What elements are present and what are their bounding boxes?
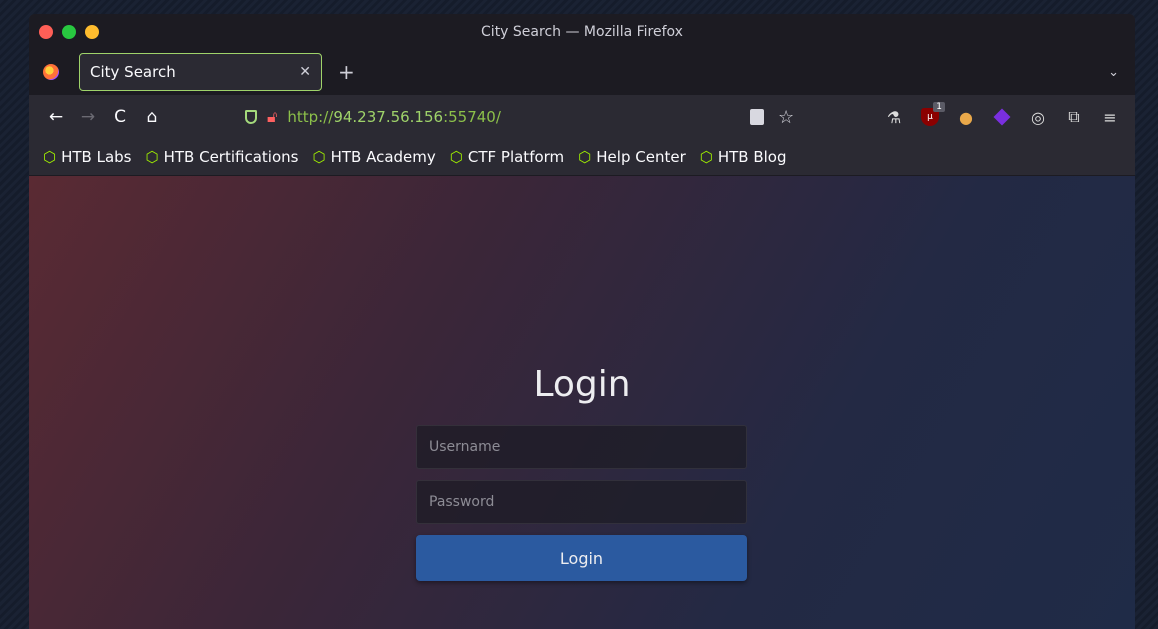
new-tab-button[interactable]: + (338, 60, 355, 84)
bookmark-label: HTB Blog (717, 148, 787, 166)
minimize-window-button[interactable] (85, 25, 99, 39)
back-icon[interactable]: ← (41, 107, 71, 127)
bookmark-htb-academy[interactable]: ⬡ HTB Academy (312, 148, 435, 166)
cube-icon: ⬡ (43, 148, 57, 166)
cube-icon: ⬡ (312, 148, 326, 166)
cube-icon: ⬡ (145, 148, 159, 166)
tab-title: City Search (90, 63, 176, 81)
login-heading: Login (533, 364, 631, 405)
cube-icon: ⬡ (449, 148, 463, 166)
cube-icon: ⬡ (578, 148, 592, 166)
navigation-bar: ← → C ⌂ 🔓︎ http://94.237.56.156:55740/ ☆… (29, 95, 1135, 139)
tracking-protection-icon[interactable] (245, 110, 257, 124)
bookmark-label: HTB Labs (61, 148, 132, 166)
password-input[interactable] (416, 480, 747, 524)
title-bar: City Search — Mozilla Firefox (29, 14, 1135, 49)
bookmark-htb-labs[interactable]: ⬡ HTB Labs (43, 148, 132, 166)
menu-icon[interactable]: ≡ (1101, 108, 1119, 127)
firefox-icon[interactable] (43, 64, 59, 80)
extensions-toolbar: ⚗ μ1 ● ◎ ⧉ ≡ (885, 102, 1119, 127)
bookmark-label: CTF Platform (467, 148, 565, 166)
bookmark-help-center[interactable]: ⬡ Help Center (578, 148, 686, 166)
bookmark-label: HTB Academy (330, 148, 436, 166)
ublock-origin-icon[interactable]: μ1 (921, 102, 945, 126)
close-tab-icon[interactable]: ✕ (299, 64, 311, 80)
extension-purple-icon[interactable] (993, 108, 1011, 126)
list-all-tabs-icon[interactable]: ⌄ (1108, 65, 1119, 80)
insecure-lock-icon[interactable]: 🔓︎ (267, 107, 277, 127)
cookie-icon[interactable]: ◎ (1029, 108, 1047, 127)
tab-bar: City Search ✕ + ⌄ (29, 49, 1135, 95)
bookmark-label: HTB Certifications (163, 148, 299, 166)
cube-icon: ⬡ (699, 148, 713, 166)
extension-burger-icon[interactable]: ● (957, 108, 975, 127)
username-input[interactable] (416, 425, 747, 469)
home-icon[interactable]: ⌂ (137, 107, 167, 127)
url-actions: ☆ (750, 107, 794, 128)
ublock-badge: 1 (933, 102, 945, 112)
maximize-window-button[interactable] (62, 25, 76, 39)
bookmark-htb-certifications[interactable]: ⬡ HTB Certifications (146, 148, 299, 166)
bookmark-ctf-platform[interactable]: ⬡ CTF Platform (450, 148, 564, 166)
reload-icon[interactable]: C (105, 107, 135, 127)
bookmark-star-icon[interactable]: ☆ (778, 107, 794, 128)
extensions-puzzle-icon[interactable]: ⧉ (1065, 107, 1083, 126)
bookmark-label: Help Center (596, 148, 686, 166)
page-content: Login Login (29, 176, 1135, 629)
browser-window: City Search — Mozilla Firefox City Searc… (29, 14, 1135, 629)
reader-view-icon[interactable] (750, 109, 764, 125)
url-text[interactable]: http://94.237.56.156:55740/ (287, 108, 501, 126)
close-window-button[interactable] (39, 25, 53, 39)
extension-shoe-icon[interactable]: ⚗ (885, 108, 903, 127)
url-bar[interactable]: 🔓︎ http://94.237.56.156:55740/ (245, 107, 501, 127)
window-title: City Search — Mozilla Firefox (481, 23, 683, 40)
bookmarks-bar: ⬡ HTB Labs ⬡ HTB Certifications ⬡ HTB Acade… (29, 139, 1135, 176)
url-port: :55740/ (443, 108, 501, 126)
login-button[interactable]: Login (416, 535, 747, 581)
forward-icon[interactable]: → (73, 107, 103, 127)
url-host: 94.237.56.156 (333, 108, 444, 126)
tab-city-search[interactable]: City Search ✕ (79, 53, 322, 91)
bookmark-htb-blog[interactable]: ⬡ HTB Blog (700, 148, 787, 166)
url-scheme: http:// (287, 108, 334, 126)
window-controls (39, 25, 99, 39)
